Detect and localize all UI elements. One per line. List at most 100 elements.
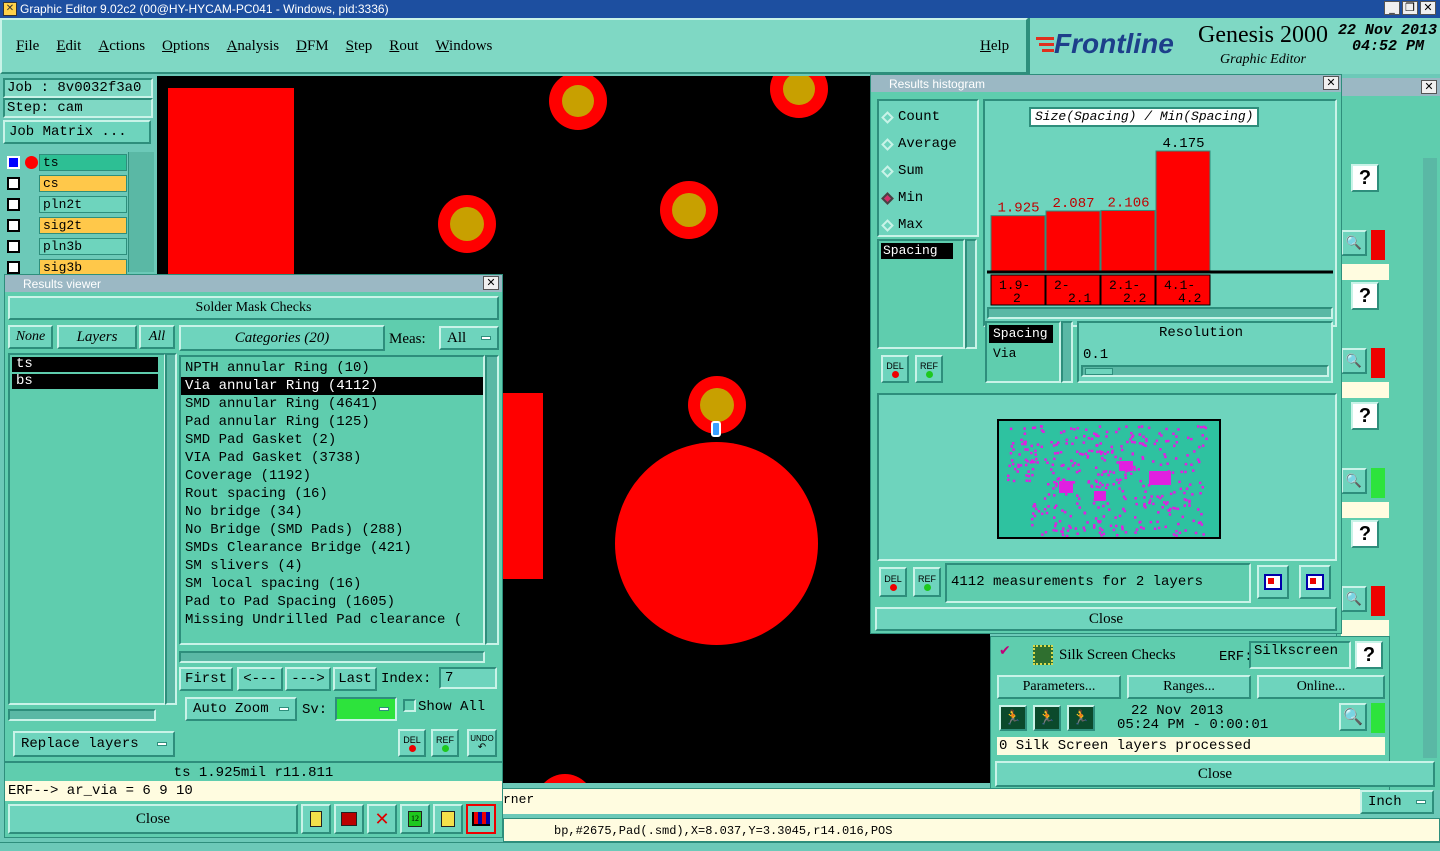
none-button[interactable]: None — [8, 325, 53, 349]
layer-name[interactable]: pln2t — [39, 196, 127, 213]
result-layer-item[interactable]: ts — [12, 357, 158, 372]
category-item[interactable]: SM slivers (4) — [181, 557, 483, 575]
solder-mask-header[interactable]: Solder Mask Checks — [8, 296, 499, 320]
restore-icon[interactable]: ❐ — [1402, 1, 1418, 15]
first-button[interactable]: First — [179, 667, 233, 691]
category-item[interactable]: Rout spacing (16) — [181, 485, 483, 503]
help-icon[interactable]: ? — [1351, 520, 1379, 548]
field-list-scrollbar[interactable] — [1061, 321, 1073, 383]
histogram-list-item[interactable]: Spacing — [881, 243, 953, 259]
menu-analysis[interactable]: Analysis — [227, 38, 280, 55]
chart-hscroll[interactable] — [987, 307, 1333, 319]
preview-del-button[interactable]: DEL — [879, 567, 907, 597]
close-icon[interactable]: ✕ — [483, 276, 499, 290]
auto-zoom-select[interactable]: Auto Zoom — [185, 697, 297, 721]
mode-option[interactable]: Sum — [881, 161, 923, 181]
help-icon[interactable]: ? — [1351, 164, 1379, 192]
layer-checkbox[interactable] — [7, 219, 20, 232]
menu-file[interactable]: File — [16, 38, 39, 55]
last-button[interactable]: Last — [333, 667, 377, 691]
category-item[interactable]: Via annular Ring (4112) — [181, 377, 483, 395]
categories-button[interactable]: Categories (20) — [179, 325, 385, 351]
category-item[interactable]: Missing Undrilled Pad clearance ( — [181, 611, 483, 629]
zoom-icon[interactable]: 🔍 — [1341, 230, 1367, 256]
category-item[interactable]: Pad to Pad Spacing (1605) — [181, 593, 483, 611]
histogram-close-button[interactable]: Close — [875, 607, 1337, 631]
layer-checkbox[interactable] — [7, 177, 20, 190]
ref-button[interactable]: REF — [431, 729, 459, 757]
run-all-icon[interactable]: 🏃 — [1033, 705, 1061, 731]
histogram-icon[interactable] — [466, 804, 496, 834]
histogram-bar[interactable] — [1155, 150, 1211, 272]
ranges-button[interactable]: Ranges... — [1127, 675, 1251, 699]
erf-value[interactable]: Silkscreen — [1249, 641, 1351, 669]
notes-icon[interactable] — [433, 804, 463, 834]
prev-button[interactable]: <--- — [237, 667, 283, 691]
checkbox-icon[interactable]: ✔ — [999, 644, 1013, 659]
zoom-icon[interactable]: 🔍 — [1341, 468, 1367, 494]
layer-name[interactable]: sig2t — [39, 217, 127, 234]
show-all-checkbox[interactable] — [403, 699, 416, 712]
checklist-close-button[interactable]: Close — [995, 761, 1435, 787]
categories-hscroll[interactable] — [179, 651, 485, 663]
zoom-to-icon[interactable] — [1257, 565, 1289, 599]
categories-scrollbar[interactable] — [485, 355, 499, 645]
severity-select[interactable] — [335, 697, 397, 721]
minimize-icon[interactable]: _ — [1384, 1, 1400, 15]
help-icon[interactable]: ? — [1351, 402, 1379, 430]
help-icon[interactable]: ? — [1355, 641, 1383, 669]
mode-option[interactable]: Min — [881, 188, 923, 208]
field-item[interactable]: Via — [989, 345, 1057, 363]
close-icon[interactable]: ✕ — [1323, 76, 1339, 90]
compare-icon[interactable]: 12 — [400, 804, 430, 834]
all-button[interactable]: All — [139, 325, 175, 349]
mode-option[interactable]: Count — [881, 107, 940, 127]
erase-icon[interactable] — [334, 804, 364, 834]
layer-checkbox[interactable] — [7, 198, 20, 211]
histogram-list-scrollbar[interactable] — [965, 239, 977, 349]
hist-del-button[interactable]: DEL — [881, 355, 909, 383]
stop-icon[interactable]: 🏃 — [1067, 705, 1095, 731]
menu-step[interactable]: Step — [346, 38, 373, 55]
field-item[interactable]: Spacing — [989, 325, 1053, 343]
layer-name[interactable]: pln3b — [39, 238, 127, 255]
mode-option[interactable]: Max — [881, 215, 923, 235]
index-input[interactable]: 7 — [439, 667, 497, 689]
meas-select[interactable]: All — [439, 326, 499, 350]
layer-name[interactable]: ts — [39, 154, 127, 171]
del-button[interactable]: DEL — [398, 729, 426, 757]
zoom-icon[interactable]: 🔍 — [1341, 348, 1367, 374]
category-item[interactable]: SMD annular Ring (4641) — [181, 395, 483, 413]
parameters-button[interactable]: Parameters... — [997, 675, 1121, 699]
mode-option[interactable]: Average — [881, 134, 957, 154]
preview-ref-button[interactable]: REF — [913, 567, 941, 597]
report-icon[interactable] — [301, 804, 331, 834]
layers-button[interactable]: Layers — [57, 325, 137, 349]
category-item[interactable]: Pad annular Ring (125) — [181, 413, 483, 431]
run-icon[interactable]: 🏃 — [999, 705, 1027, 731]
hist-ref-button[interactable]: REF — [915, 355, 943, 383]
undo-button[interactable]: UNDO ↶ — [467, 729, 497, 757]
close-icon[interactable]: ✕ — [1420, 1, 1436, 15]
category-item[interactable]: SM local spacing (16) — [181, 575, 483, 593]
layer-name[interactable]: cs — [39, 175, 127, 192]
category-item[interactable]: VIA Pad Gasket (3738) — [181, 449, 483, 467]
close-icon[interactable]: ✕ — [1421, 80, 1437, 94]
menu-options[interactable]: Options — [162, 38, 210, 55]
histogram-bar[interactable] — [1045, 210, 1101, 272]
category-item[interactable]: No Bridge (SMD Pads) (288) — [181, 521, 483, 539]
category-item[interactable]: NPTH annular Ring (10) — [181, 359, 483, 377]
result-layer-item[interactable]: bs — [12, 374, 158, 389]
board-preview[interactable] — [997, 419, 1221, 539]
next-button[interactable]: ---> — [285, 667, 331, 691]
category-item[interactable]: SMDs Clearance Bridge (421) — [181, 539, 483, 557]
menu-edit[interactable]: Edit — [56, 38, 81, 55]
category-item[interactable]: No bridge (34) — [181, 503, 483, 521]
menu-dfm[interactable]: DFM — [296, 38, 329, 55]
zoom-icon[interactable]: 🔍 — [1339, 703, 1367, 731]
layer-checkbox[interactable] — [7, 240, 20, 253]
layer-checkbox[interactable] — [7, 156, 20, 169]
category-item[interactable]: SMD Pad Gasket (2) — [181, 431, 483, 449]
menu-help[interactable]: Help — [980, 38, 1009, 55]
menu-windows[interactable]: Windows — [435, 38, 492, 55]
